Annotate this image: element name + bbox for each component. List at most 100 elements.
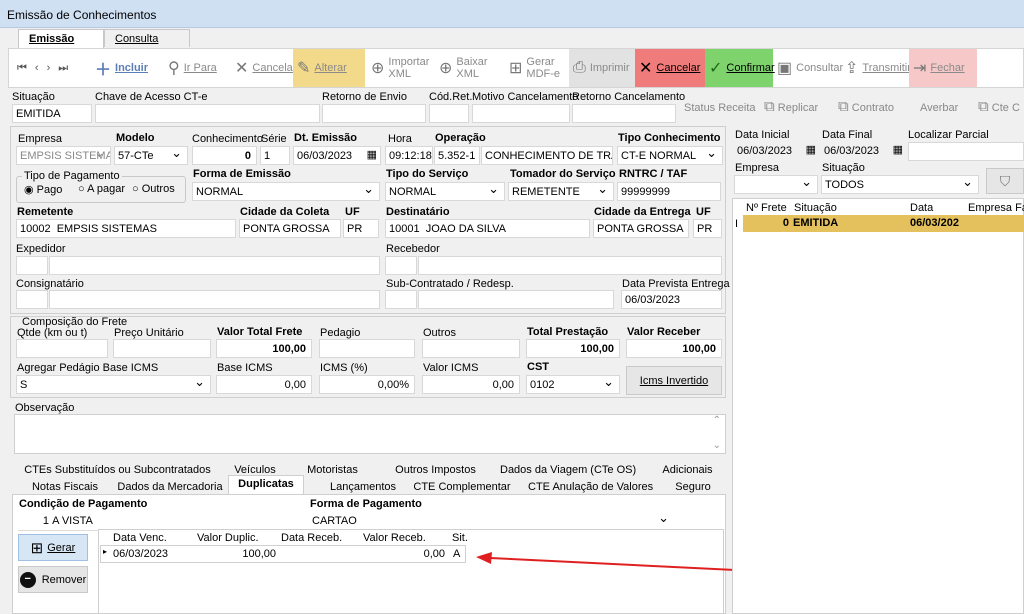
tab-seguro[interactable]: Seguro bbox=[668, 481, 718, 493]
cst-select[interactable]: 0102 bbox=[526, 375, 620, 394]
empresa-select[interactable]: EMPSIS SISTEMA bbox=[16, 146, 111, 165]
operacao-code-field[interactable]: 5.352-1 bbox=[434, 146, 480, 165]
tomador-select[interactable]: REMETENTE bbox=[508, 182, 614, 201]
situacao-field[interactable]: EMITIDA bbox=[12, 104, 92, 123]
dataprev-field[interactable]: 06/03/2023 bbox=[621, 290, 722, 309]
vrec-field[interactable]: 100,00 bbox=[626, 339, 722, 358]
formaemi-select[interactable]: NORMAL bbox=[192, 182, 380, 201]
subcontratado-code[interactable] bbox=[385, 290, 417, 309]
localizar-field[interactable] bbox=[908, 142, 1024, 161]
tab-notas-fiscais[interactable]: Notas Fiscais bbox=[20, 481, 110, 493]
radio-outros[interactable]: ○ Outros bbox=[132, 183, 175, 195]
rntrc-field[interactable]: 99999999 bbox=[617, 182, 721, 201]
replicar-button[interactable]: ⧉ Replicar bbox=[764, 98, 818, 115]
icms-invertido-button[interactable]: Icms Invertido bbox=[626, 366, 722, 395]
pedagio-field[interactable] bbox=[319, 339, 415, 358]
tipocon-select[interactable]: CT-E NORMAL bbox=[617, 146, 723, 165]
remover-button[interactable]: − Remover bbox=[18, 566, 88, 593]
uf-coleta-field[interactable]: PR bbox=[343, 219, 379, 238]
record-nav-arrows[interactable]: ⏮‹›⏭ bbox=[13, 49, 80, 87]
tab-duplicatas[interactable]: Duplicatas bbox=[228, 475, 304, 495]
transmitir-button[interactable]: ⇪ Transmitir bbox=[841, 49, 915, 87]
tab-cte-complementar[interactable]: CTE Complementar bbox=[412, 481, 512, 493]
retcanc-field[interactable] bbox=[572, 104, 676, 123]
tab-outros-impostos[interactable]: Outros Impostos bbox=[388, 464, 483, 476]
calendar-icon[interactable]: ▦ bbox=[893, 143, 903, 156]
status-receita-button[interactable]: Status Receita bbox=[684, 102, 756, 114]
scroll-up-icon[interactable]: ⌃ bbox=[713, 415, 721, 426]
retorno-field[interactable] bbox=[322, 104, 426, 123]
confirmar-button[interactable]: ✓ Confirmar bbox=[705, 49, 775, 87]
cidcoleta-field[interactable]: PONTA GROSSA bbox=[239, 219, 341, 238]
tab-adicionais[interactable]: Adicionais bbox=[655, 464, 720, 476]
expedidor-field[interactable] bbox=[49, 256, 380, 275]
radio-apagar[interactable]: ○ A pagar bbox=[78, 183, 125, 195]
hora-field[interactable]: 09:12:18 bbox=[385, 146, 433, 165]
recebedor-field[interactable] bbox=[418, 256, 722, 275]
operacao-field[interactable]: CONHECIMENTO DE TRANSP bbox=[481, 146, 613, 165]
tab-ctes-substituidos[interactable]: CTEs Substituídos ou Subcontratados bbox=[20, 464, 215, 476]
tab-motoristas[interactable]: Motoristas bbox=[300, 464, 365, 476]
fechar-button[interactable]: ⇥ Fechar bbox=[909, 49, 977, 87]
filter-button[interactable]: ⛉ bbox=[986, 168, 1024, 194]
calendar-icon[interactable]: ▦ bbox=[367, 148, 377, 161]
tab-dados-viagem[interactable]: Dados da Viagem (CTe OS) bbox=[500, 464, 636, 476]
recebedor-code[interactable] bbox=[385, 256, 417, 275]
imprimir-button[interactable]: ⎙ Imprimir bbox=[569, 49, 635, 87]
tab-consulta[interactable]: Consulta bbox=[104, 29, 190, 47]
tab-emissao[interactable]: Emissão bbox=[18, 29, 104, 48]
incluir-button[interactable]: ＋ Incluir bbox=[91, 49, 152, 87]
modelo-select[interactable]: 57-CTe bbox=[114, 146, 188, 165]
consignatario-field[interactable] bbox=[49, 290, 380, 309]
calendar-icon[interactable]: ▦ bbox=[806, 143, 816, 156]
consignatario-code[interactable] bbox=[16, 290, 48, 309]
gerar-button[interactable]: ⊞ Gerar bbox=[18, 534, 88, 561]
preco-field[interactable] bbox=[113, 339, 211, 358]
serie-field[interactable]: 1 bbox=[260, 146, 290, 165]
cancelar-button[interactable]: ✕ Cancelar bbox=[635, 49, 705, 87]
dataini-field[interactable]: 06/03/2023 ▦ bbox=[734, 142, 818, 161]
table-row[interactable]: 0 EMITIDA 06/03/202 bbox=[743, 215, 1024, 232]
empresa-filter-select[interactable] bbox=[734, 175, 818, 194]
contrato-button[interactable]: ⧉ Contrato bbox=[838, 98, 894, 115]
subcontratado-field[interactable] bbox=[418, 290, 614, 309]
observacao-textarea[interactable]: ⌃ ⌄ bbox=[14, 414, 726, 454]
vtf-field[interactable]: 100,00 bbox=[216, 339, 312, 358]
outros-field[interactable] bbox=[422, 339, 520, 358]
alterar-button[interactable]: ✎ Alterar bbox=[293, 49, 365, 87]
table-row[interactable]: ▸ 06/03/2023 100,00 0,00 A bbox=[100, 545, 466, 563]
averbar-button[interactable]: Averbar bbox=[920, 102, 958, 114]
uf-entrega-field[interactable]: PR bbox=[693, 219, 722, 238]
codret-field[interactable] bbox=[429, 104, 469, 123]
dtemissao-field[interactable]: 06/03/2023 ▦ bbox=[293, 146, 381, 165]
destinatario-field[interactable]: 10001 JOAO DA SILVA bbox=[385, 219, 590, 238]
motivo-field[interactable] bbox=[472, 104, 570, 123]
gerar-mdfe-button[interactable]: ⊞ Gerar MDF-e bbox=[505, 49, 564, 87]
situacao-filter-select[interactable]: TODOS bbox=[821, 175, 979, 194]
expedidor-code[interactable] bbox=[16, 256, 48, 275]
tiposerv-select[interactable]: NORMAL bbox=[385, 182, 505, 201]
tab-cte-anulacao[interactable]: CTE Anulação de Valores bbox=[528, 481, 653, 493]
cident-field[interactable]: PONTA GROSSA bbox=[593, 219, 689, 238]
icmsp-field[interactable]: 0,00% bbox=[319, 375, 415, 394]
ir-para-button[interactable]: ⚲ Ir Para bbox=[164, 49, 221, 87]
tab-dados-mercadoria[interactable]: Dados da Mercadoria bbox=[115, 481, 225, 493]
conhecimento-field[interactable]: 0 bbox=[192, 146, 257, 165]
remetente-field[interactable]: 10002 EMPSIS SISTEMAS bbox=[16, 219, 236, 238]
radio-pago[interactable]: ◉ Pago bbox=[24, 183, 62, 196]
consultar-button[interactable]: ▣ Consultar bbox=[773, 49, 847, 87]
baixar-xml-button[interactable]: ⊕ Baixar XML bbox=[435, 49, 492, 87]
datafim-field[interactable]: 06/03/2023 ▦ bbox=[821, 142, 905, 161]
scroll-down-icon[interactable]: ⌄ bbox=[713, 440, 721, 451]
chave-field[interactable] bbox=[95, 104, 320, 123]
vicms-field[interactable]: 0,00 bbox=[422, 375, 520, 394]
tab-lancamentos[interactable]: Lançamentos bbox=[318, 481, 408, 493]
cte-c-button[interactable]: ⧉ Cte C bbox=[978, 98, 1020, 115]
importar-xml-button[interactable]: ⊕ Importar XML bbox=[367, 49, 433, 87]
agregar-select[interactable]: S bbox=[16, 375, 211, 394]
totprest-field[interactable]: 100,00 bbox=[526, 339, 620, 358]
qtde-field[interactable] bbox=[16, 339, 108, 358]
cancelar-edit-button[interactable]: ✕ Cancelar bbox=[231, 49, 300, 87]
baseicms-field[interactable]: 0,00 bbox=[216, 375, 312, 394]
cst-label: CST bbox=[527, 361, 549, 373]
